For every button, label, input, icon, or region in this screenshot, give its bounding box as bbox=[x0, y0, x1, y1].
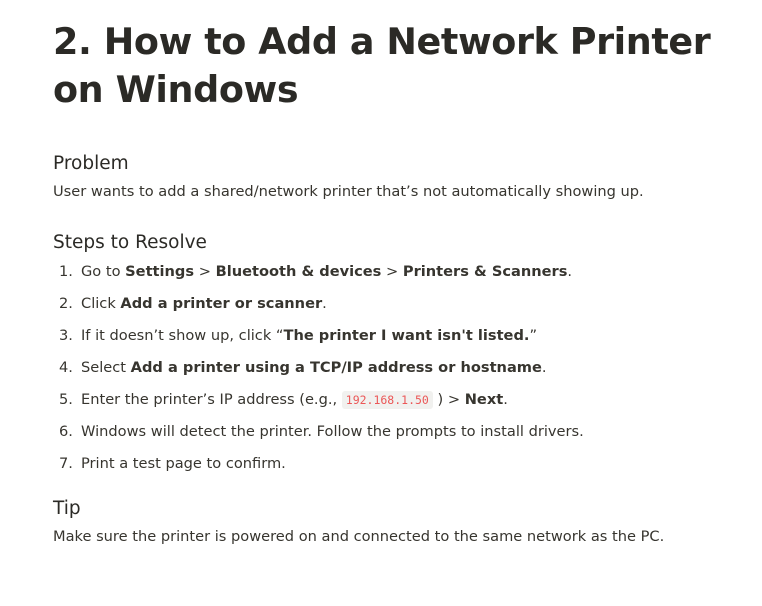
step-number: 5. bbox=[59, 391, 73, 408]
steps-list: 1. Go to Settings > Bluetooth & devices … bbox=[53, 260, 722, 476]
step-text: Windows will detect the printer. Follow … bbox=[81, 423, 584, 440]
page-title: 2. How to Add a Network Printer on Windo… bbox=[53, 20, 711, 111]
step-text: Enter the printer’s IP address (e.g., 19… bbox=[81, 388, 508, 412]
step-text-segment: Select bbox=[81, 359, 131, 376]
step-text-segment: Enter the printer’s IP address (e.g., bbox=[81, 391, 342, 408]
step-number: 1. bbox=[59, 263, 73, 280]
step-text-segment: Go to bbox=[81, 263, 126, 280]
printers-scanners-label: Printers & Scanners bbox=[402, 263, 568, 280]
step-item-5: 5. Enter the printer’s IP address (e.g.,… bbox=[53, 388, 722, 412]
problem-text: User wants to add a shared/network print… bbox=[53, 183, 644, 200]
step-text: Go to Settings > Bluetooth & devices > P… bbox=[81, 260, 572, 284]
step-text-segment: If it doesn’t show up, click “ bbox=[81, 327, 284, 344]
step-number: 7. bbox=[59, 455, 73, 472]
step-item-6: 6. Windows will detect the printer. Foll… bbox=[53, 420, 722, 444]
step-item-7: 7. Print a test page to confirm. bbox=[53, 452, 722, 476]
step-text-segment: . bbox=[322, 295, 327, 312]
tip-heading: Tip bbox=[53, 498, 81, 519]
problem-heading: Problem bbox=[53, 153, 129, 174]
step-item-4: 4. Select Add a printer using a TCP/IP a… bbox=[53, 356, 722, 380]
step-text-segment: ” bbox=[529, 327, 538, 344]
step-number: 3. bbox=[59, 327, 73, 344]
step-text-segment: . bbox=[567, 263, 573, 280]
separator: > bbox=[194, 263, 216, 280]
tcp-ip-option-label: Add a printer using a TCP/IP address or … bbox=[130, 359, 542, 376]
next-label: Next bbox=[464, 391, 504, 408]
add-printer-label: Add a printer or scanner bbox=[120, 295, 323, 312]
step-text: Print a test page to confirm. bbox=[81, 455, 286, 472]
settings-label: Settings bbox=[125, 263, 195, 280]
step-text-segment: . bbox=[503, 391, 508, 408]
separator: > bbox=[381, 263, 403, 280]
ip-address-code: 192.168.1.50 bbox=[341, 391, 433, 409]
step-text-segment: . bbox=[541, 359, 547, 376]
step-number: 6. bbox=[59, 423, 73, 440]
step-text-segment: ) > bbox=[432, 391, 465, 408]
step-text: Click Add a printer or scanner. bbox=[81, 292, 327, 316]
step-item-2: 2. Click Add a printer or scanner. bbox=[53, 292, 722, 316]
tip-text: Make sure the printer is powered on and … bbox=[53, 528, 665, 545]
step-item-3: 3. If it doesn’t show up, click “The pri… bbox=[53, 324, 722, 348]
step-number: 4. bbox=[59, 359, 73, 376]
step-text: Select Add a printer using a TCP/IP addr… bbox=[81, 356, 547, 380]
steps-heading: Steps to Resolve bbox=[53, 232, 207, 253]
step-item-1: 1. Go to Settings > Bluetooth & devices … bbox=[53, 260, 722, 284]
step-number: 2. bbox=[59, 295, 73, 312]
printer-not-listed-label: The printer I want isn't listed. bbox=[283, 327, 530, 344]
document-page: 2. How to Add a Network Printer on Windo… bbox=[0, 0, 762, 606]
bluetooth-devices-label: Bluetooth & devices bbox=[215, 263, 382, 280]
step-text: If it doesn’t show up, click “The printe… bbox=[81, 324, 537, 348]
step-text-segment: Click bbox=[81, 295, 121, 312]
